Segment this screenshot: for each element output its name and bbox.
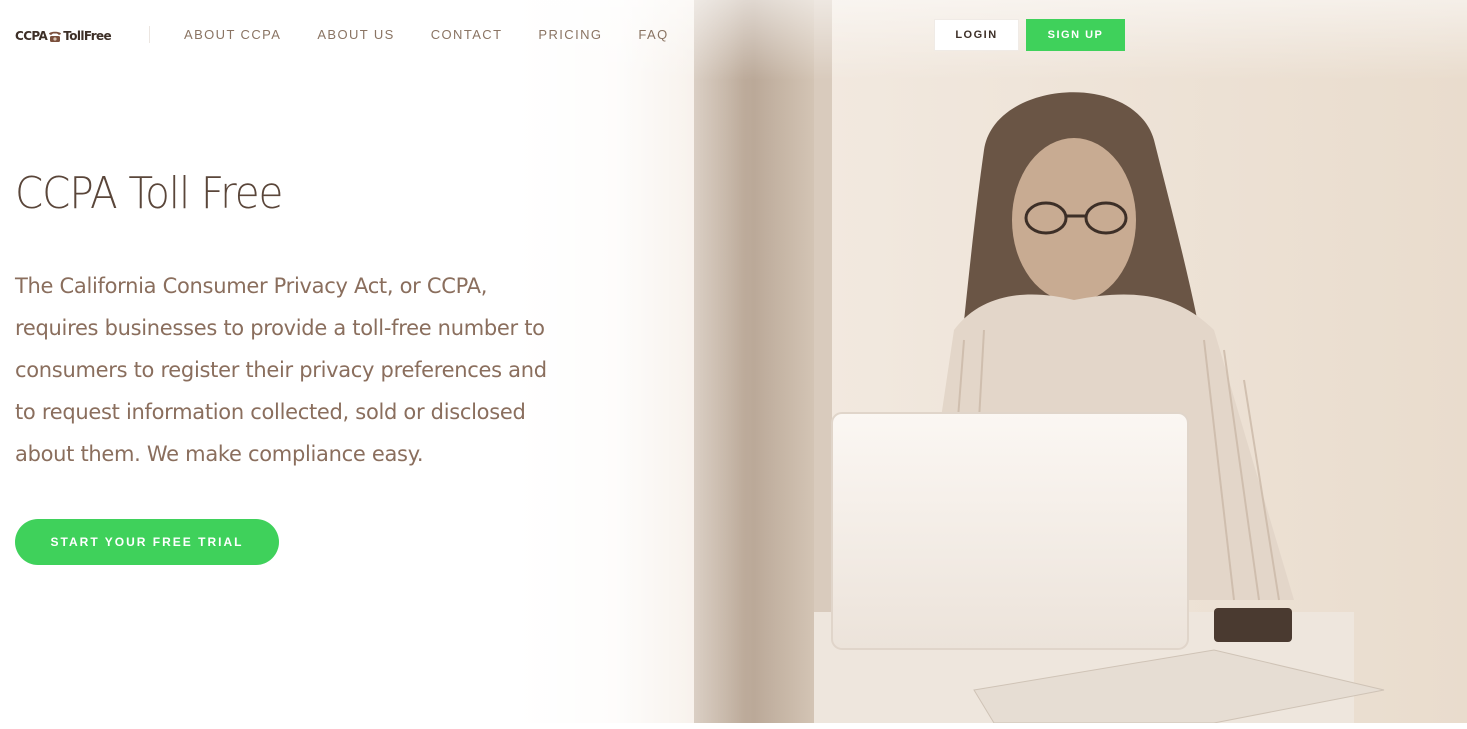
nav-contact[interactable]: CONTACT	[431, 27, 503, 43]
hero-description-line: consumers to register their privacy pref…	[15, 358, 547, 382]
hero-description: The California Consumer Privacy Act, or …	[15, 265, 555, 475]
nav-pricing[interactable]: PRICING	[538, 27, 602, 43]
logo-text-right: TollFree	[63, 29, 112, 43]
login-button[interactable]: LOGIN	[934, 19, 1019, 51]
hero-description-line: to request information collected, sold o…	[15, 400, 526, 424]
logo-text-left: CCPA	[15, 29, 48, 43]
hero-description-line: The California Consumer Privacy Act, or …	[15, 274, 488, 298]
hero-description-line: about them. We make compliance easy.	[15, 442, 424, 466]
nav-faq[interactable]: FAQ	[638, 27, 668, 43]
main-nav: ABOUT CCPA ABOUT US CONTACT PRICING FAQ	[184, 27, 669, 43]
nav-about-us[interactable]: ABOUT US	[317, 27, 394, 43]
start-free-trial-button[interactable]: START YOUR FREE TRIAL	[15, 519, 279, 565]
signup-button[interactable]: SIGN UP	[1026, 19, 1125, 51]
nav-divider	[149, 26, 150, 43]
hero-title: CCPA Toll Free	[15, 168, 283, 219]
nav-about-ccpa[interactable]: ABOUT CCPA	[184, 27, 281, 43]
telephone-icon	[49, 31, 62, 42]
hero-description-line: requires businesses to provide a toll-fr…	[15, 316, 545, 340]
brand-logo[interactable]: CCPA TollFree	[15, 27, 112, 45]
